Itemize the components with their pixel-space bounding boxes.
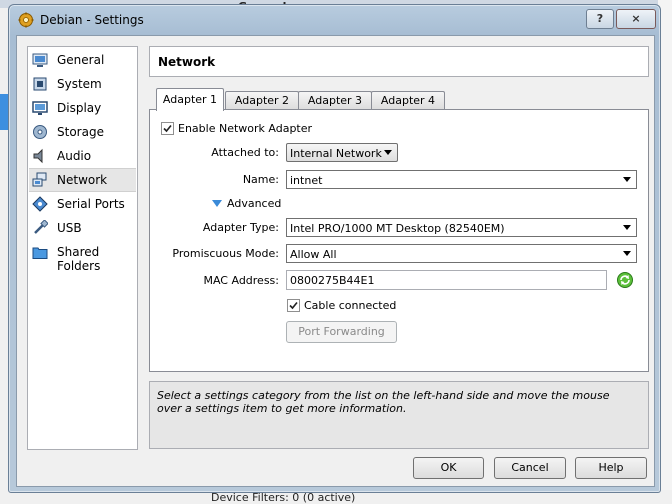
adapter-type-select[interactable]: Intel PRO/1000 MT Desktop (82540EM): [286, 218, 637, 237]
mac-address-input[interactable]: 0800275B44E1: [286, 270, 607, 290]
category-storage[interactable]: Storage: [29, 121, 136, 143]
network-name-combo[interactable]: intnet: [286, 170, 637, 189]
network-icon: [32, 172, 47, 187]
category-shared-folders[interactable]: Shared Folders: [29, 241, 136, 273]
tab-adapter-2[interactable]: Adapter 2: [225, 91, 299, 110]
virtualbox-gear-icon: [18, 12, 34, 28]
general-icon: [32, 53, 48, 67]
chevron-down-icon: [384, 150, 392, 155]
adapter-1-pane: Enable Network Adapter Attached to: Inte…: [149, 109, 649, 372]
attached-to-label: Attached to:: [211, 146, 279, 159]
audio-icon: [33, 148, 43, 164]
category-label: General: [57, 53, 105, 67]
refresh-mac-icon[interactable]: [616, 271, 634, 289]
help-button[interactable]: Help: [575, 457, 647, 479]
category-usb[interactable]: USB: [29, 217, 136, 239]
tab-adapter-1[interactable]: Adapter 1: [156, 88, 224, 111]
mac-address-value: 0800275B44E1: [290, 274, 375, 287]
usb-icon: [34, 220, 48, 234]
system-icon: [33, 77, 47, 91]
category-network[interactable]: Network: [29, 168, 136, 192]
category-label: Audio: [57, 149, 92, 163]
shared-folders-icon: [32, 247, 48, 259]
window-title: Debian - Settings: [40, 13, 144, 27]
enable-adapter-checkbox[interactable]: [161, 122, 174, 135]
category-display[interactable]: Display: [29, 97, 136, 119]
enable-adapter-label: Enable Network Adapter: [178, 122, 313, 135]
name-label: Name:: [242, 173, 279, 186]
tab-adapter-3[interactable]: Adapter 3: [298, 91, 372, 110]
network-name-value: intnet: [290, 174, 323, 187]
advanced-toggle[interactable]: Advanced: [227, 197, 281, 210]
settings-dialog: Debian - Settings ? × General System Dis…: [8, 4, 661, 493]
attached-to-value: Internal Network: [290, 147, 382, 160]
category-system[interactable]: System: [29, 73, 136, 95]
category-label: Display: [57, 101, 102, 115]
tab-adapter-4[interactable]: Adapter 4: [371, 91, 445, 110]
chevron-down-icon: [623, 177, 631, 182]
category-audio[interactable]: Audio: [29, 145, 136, 167]
expand-triangle-icon[interactable]: [212, 200, 222, 207]
category-list[interactable]: General System Display Storage Audio Net…: [27, 46, 138, 450]
category-label: System: [57, 77, 102, 91]
info-text: Select a settings category from the list…: [157, 389, 610, 415]
title-close-button[interactable]: ×: [616, 9, 656, 29]
promiscuous-mode-value: Allow All: [290, 248, 337, 261]
attached-to-select[interactable]: Internal Network: [286, 143, 398, 162]
display-icon: [32, 101, 48, 115]
dialog-client-area: General System Display Storage Audio Net…: [16, 35, 655, 487]
serial-ports-icon: [32, 196, 48, 212]
adapter-type-label: Adapter Type:: [202, 221, 279, 234]
port-forwarding-button[interactable]: Port Forwarding: [286, 321, 397, 343]
category-label: Network: [57, 173, 108, 187]
category-label: USB: [57, 221, 82, 235]
ok-button[interactable]: OK: [413, 457, 484, 479]
category-label: Serial Ports: [57, 197, 125, 211]
chevron-down-icon: [623, 225, 631, 230]
category-serial-ports[interactable]: Serial Ports: [29, 193, 136, 215]
info-panel: Select a settings category from the list…: [149, 381, 649, 449]
cable-connected-label: Cable connected: [304, 299, 397, 312]
category-label: Storage: [57, 125, 104, 139]
promiscuous-mode-select[interactable]: Allow All: [286, 244, 637, 263]
title-bar[interactable]: Debian - Settings ? ×: [9, 5, 660, 35]
category-label: Shared Folders: [57, 245, 101, 273]
cable-connected-checkbox[interactable]: [287, 299, 300, 312]
promiscuous-mode-label: Promiscuous Mode:: [172, 247, 279, 260]
adapter-type-value: Intel PRO/1000 MT Desktop (82540EM): [290, 222, 505, 235]
category-general[interactable]: General: [29, 49, 136, 71]
storage-icon: [33, 125, 47, 139]
title-help-button[interactable]: ?: [586, 9, 614, 29]
cancel-button[interactable]: Cancel: [494, 457, 566, 479]
chevron-down-icon: [623, 251, 631, 256]
mac-address-label: MAC Address:: [203, 274, 279, 287]
page-title: Network: [158, 55, 216, 69]
page-header: Network: [149, 46, 649, 77]
